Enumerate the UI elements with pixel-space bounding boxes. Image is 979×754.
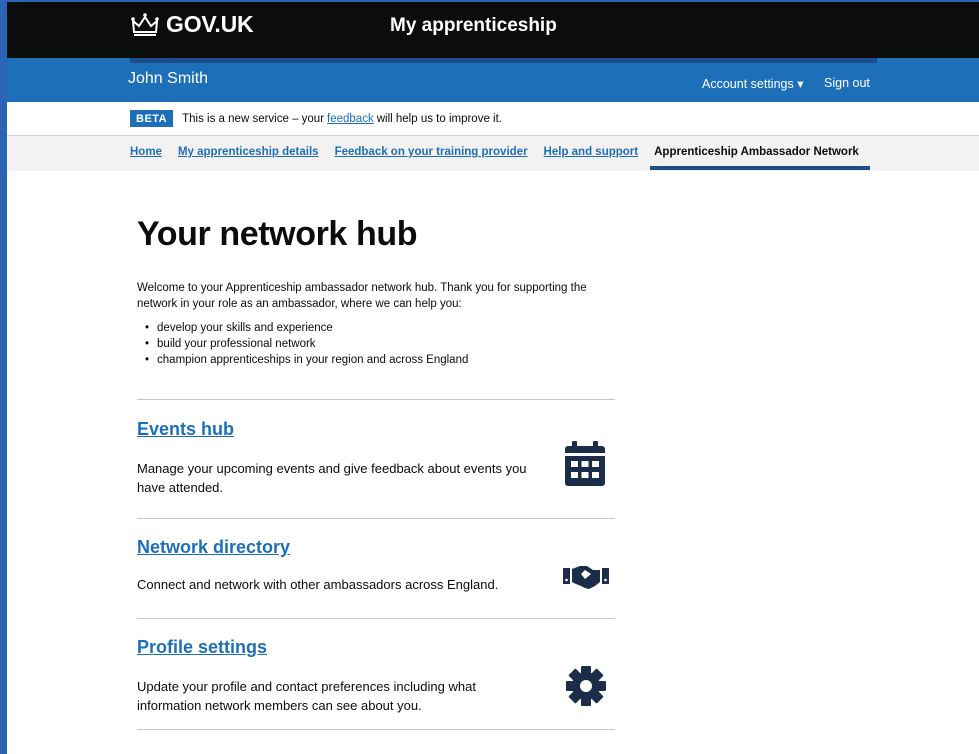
beta-text-before: This is a new service – your <box>182 112 325 125</box>
nav-my-apprenticeship-details[interactable]: My apprenticeship details <box>178 146 319 158</box>
list-item: build your professional network <box>145 336 468 352</box>
list-item: develop your skills and experience <box>145 320 468 336</box>
window-frame-left <box>0 0 7 754</box>
user-name: John Smith <box>128 70 209 87</box>
network-directory-link[interactable]: Network directory <box>137 537 290 558</box>
gear-icon <box>565 665 607 707</box>
list-item: champion apprenticeships in your region … <box>145 352 468 368</box>
intro-text: Welcome to your Apprenticeship ambassado… <box>137 282 587 310</box>
nav-feedback-training-provider[interactable]: Feedback on your training provider <box>335 146 528 158</box>
handshake-icon <box>563 564 609 590</box>
network-directory-description: Connect and network with other ambassado… <box>137 577 499 592</box>
nav-help-and-support[interactable]: Help and support <box>544 146 639 158</box>
phase-banner: BETA This is a new service – your feedba… <box>130 110 502 127</box>
section-divider <box>137 518 615 519</box>
nav-home[interactable]: Home <box>130 146 162 158</box>
section-divider <box>137 618 615 619</box>
benefits-list: develop your skills and experience build… <box>145 320 468 368</box>
crown-icon <box>131 12 159 36</box>
feedback-link[interactable]: feedback <box>327 113 374 125</box>
account-bar: John Smith Account settings ▾ Sign out <box>7 58 979 102</box>
sign-out-link[interactable]: Sign out <box>824 76 870 90</box>
profile-settings-description: Update your profile and contact preferen… <box>137 679 476 713</box>
govuk-logo-link[interactable]: GOV.UK <box>130 11 254 38</box>
nav-apprenticeship-ambassador-network[interactable]: Apprenticeship Ambassador Network <box>654 146 859 158</box>
events-hub-description: Manage your upcoming events and give fee… <box>137 461 527 495</box>
profile-settings-link[interactable]: Profile settings <box>137 637 267 658</box>
nav-active-indicator <box>650 166 870 170</box>
govuk-logo-text: GOV.UK <box>166 11 254 37</box>
calendar-icon <box>564 441 606 487</box>
beta-text-after: will help us to improve it. <box>376 112 502 125</box>
events-hub-link[interactable]: Events hub <box>137 419 234 440</box>
account-settings-menu[interactable]: Account settings ▾ <box>702 76 803 91</box>
govuk-header: GOV.UK My apprenticeship <box>7 2 979 58</box>
page-title: Your network hub <box>137 215 418 253</box>
service-name[interactable]: My apprenticeship <box>390 15 557 37</box>
header-accent-line <box>130 58 877 63</box>
section-divider <box>137 399 615 400</box>
section-divider <box>137 729 615 730</box>
beta-tag: BETA <box>130 110 174 127</box>
